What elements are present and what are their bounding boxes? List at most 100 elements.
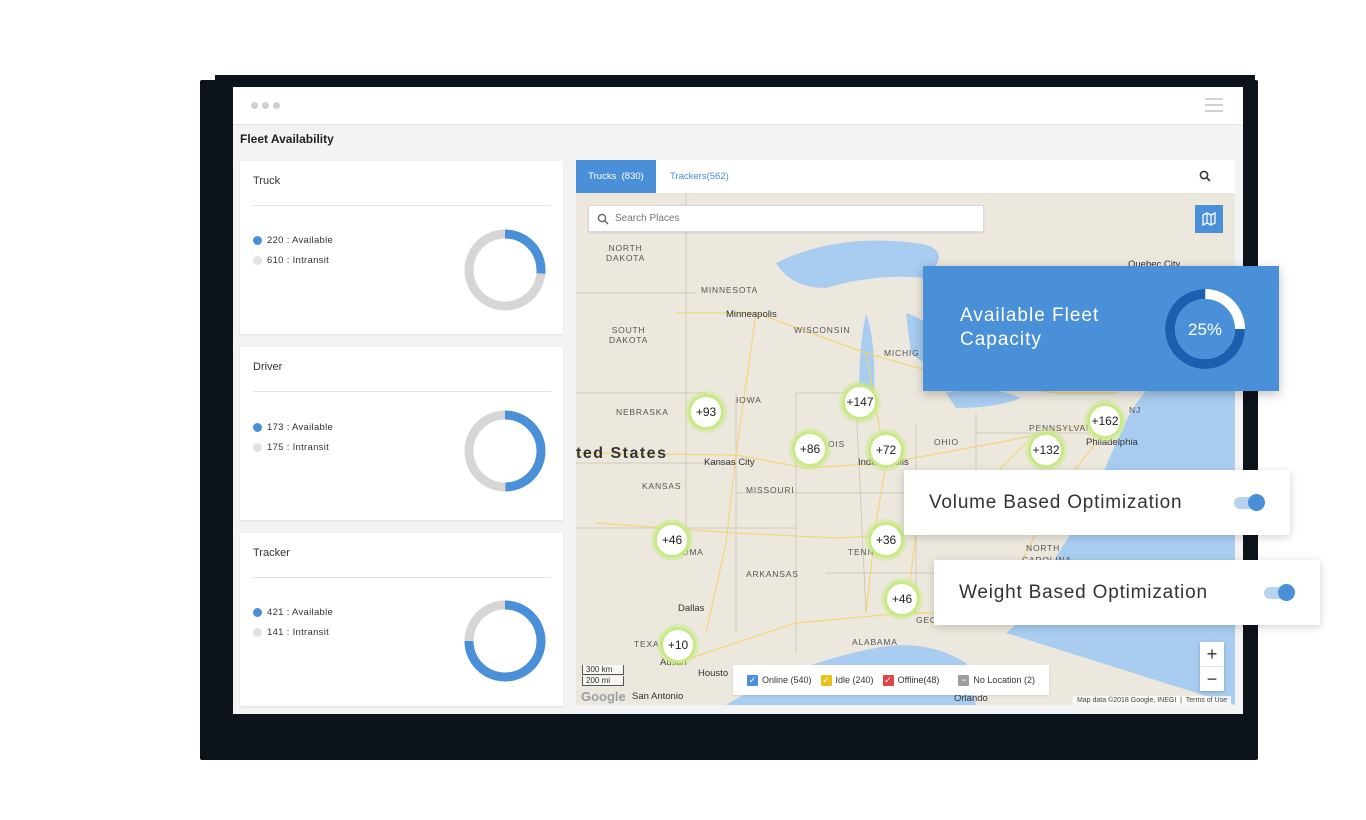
scale-km: 300 km [582, 665, 624, 675]
fleet-capacity-card: Available Fleet Capacity 25% [923, 266, 1279, 391]
legend-available: 220 : Available [253, 235, 333, 246]
filter-offline[interactable]: ✓ Offline(48) [882, 674, 939, 686]
volume-optimization-card: Volume Based Optimization [904, 470, 1290, 535]
map-cluster-marker[interactable]: +46 [654, 522, 690, 558]
map-cluster-marker[interactable]: +10 [660, 627, 696, 663]
search-places-input[interactable] [615, 213, 955, 224]
legend-available: 421 : Available [253, 607, 333, 618]
map-label-kansas-city: Kansas City [704, 457, 755, 468]
scale-mi: 200 mi [582, 676, 624, 686]
map-cluster-marker[interactable]: +86 [792, 431, 828, 467]
volume-optimization-toggle[interactable] [1234, 494, 1265, 511]
map-data-credit[interactable]: Map data ©2018 Google, INEGI [1077, 697, 1176, 704]
map-label-wisconsin: WISCONSIN [794, 325, 851, 335]
intransit-dot [253, 443, 262, 452]
map-scale: 300 km 200 mi [582, 665, 624, 687]
legend-intransit: 141 : Intransit [253, 627, 329, 638]
card-title: Truck [253, 175, 281, 187]
map-cluster-marker[interactable]: +147 [842, 384, 878, 420]
filter-label: Online (540) [762, 675, 812, 685]
intransit-label: 175 : Intransit [267, 442, 330, 453]
tab-trackers[interactable]: Trackers(562) [660, 160, 739, 193]
intransit-label: 610 : Intransit [267, 255, 330, 266]
checkbox-checked-icon: ✓ [747, 674, 758, 686]
map-cluster-marker[interactable]: +132 [1028, 432, 1064, 468]
available-label: 421 : Available [267, 607, 334, 618]
map-view-toggle[interactable] [1195, 205, 1223, 233]
available-label: 220 : Available [267, 235, 334, 246]
tab-trucks[interactable]: Trucks (830) [576, 160, 656, 193]
map-label-houston: Housto [698, 668, 729, 679]
available-dot [253, 423, 262, 432]
window-dot[interactable] [262, 102, 269, 109]
zoom-controls: + − [1200, 642, 1224, 691]
window-dot[interactable] [273, 102, 280, 109]
map-attribution: Map data ©2018 Google, INEGI | Terms of … [1072, 696, 1231, 705]
zoom-out-button[interactable]: − [1200, 667, 1224, 691]
map-label-michigan: MICHIG [884, 348, 920, 358]
filter-online[interactable]: ✓ Online (540) [747, 674, 812, 686]
tab-label: Trackers [670, 171, 707, 182]
divider [253, 391, 551, 392]
divider [253, 205, 551, 206]
map-cluster-marker[interactable]: +93 [688, 394, 724, 430]
divider [253, 577, 551, 578]
map-label-philadelphia: Philadelphia [1086, 437, 1138, 448]
intransit-label: 141 : Intransit [267, 627, 330, 638]
status-legend: ✓ Online (540) ✓ Idle (240) ✓ Offline(48) −… [733, 665, 1049, 695]
filter-label: No Location (2) [973, 675, 1035, 685]
map-cluster-marker[interactable]: +36 [868, 522, 904, 558]
tab-bar: Trucks (830) Trackers(562) [576, 160, 1235, 193]
decor-block [1336, 570, 1360, 662]
window-controls [251, 102, 280, 109]
legend-intransit: 175 : Intransit [253, 442, 329, 453]
decor-block [1312, 504, 1360, 544]
weight-optimization-toggle[interactable] [1264, 584, 1295, 601]
driver-donut-chart [464, 410, 546, 492]
filter-no-location[interactable]: − No Location (2) [958, 674, 1035, 686]
legend-intransit: 610 : Intransit [253, 255, 329, 266]
decor-block [1280, 265, 1360, 273]
map-label-texas: TEXA [634, 639, 660, 649]
available-dot [253, 608, 262, 617]
checkbox-checked-icon: ✓ [820, 674, 832, 686]
map-label-north: NORTH [1026, 543, 1061, 553]
capacity-title: Available Fleet Capacity [960, 305, 1100, 350]
hamburger-icon[interactable] [1205, 98, 1223, 112]
map-label-iowa: IOWA [736, 395, 762, 405]
search-places-box[interactable] [588, 205, 984, 232]
map-cluster-marker[interactable]: +162 [1087, 403, 1123, 439]
map-label-ohio: OHIO [934, 437, 959, 447]
volume-optimization-label: Volume Based Optimization [929, 491, 1183, 513]
tab-label: Trucks [588, 171, 617, 182]
stage: Fleet Availability Truck 220 : Available… [0, 0, 1366, 820]
map-cluster-marker[interactable]: +72 [868, 432, 904, 468]
checkbox-partial-icon: − [958, 674, 970, 686]
truck-donut-chart [464, 229, 546, 311]
available-dot [253, 236, 262, 245]
intransit-dot [253, 628, 262, 637]
map-icon [1202, 212, 1216, 226]
card-title: Driver [253, 361, 283, 373]
search-icon[interactable] [1199, 170, 1211, 182]
tab-count: (830) [621, 171, 644, 182]
legend-available: 173 : Available [253, 422, 333, 433]
card-title: Tracker [253, 547, 290, 559]
map-label-united-states: ted States [576, 445, 668, 462]
map-label-north-dakota: NORTH DAKOTA [606, 243, 646, 263]
search-icon [597, 213, 609, 225]
map-label-alabama: ALABAMA [852, 637, 898, 647]
filter-idle[interactable]: ✓ Idle (240) [820, 674, 874, 686]
terms-link[interactable]: Terms of Use [1186, 697, 1227, 704]
map-label-south-dakota: SOUTH DAKOTA [609, 325, 649, 345]
google-logo: Google [581, 689, 626, 704]
zoom-in-button[interactable]: + [1200, 642, 1224, 666]
capacity-percent: 25% [1188, 320, 1222, 339]
map-label-missouri: MISSOURI [746, 485, 795, 495]
window-dot[interactable] [251, 102, 258, 109]
map-label-arkansas: ARKANSAS [746, 569, 799, 579]
map-label-minnesota: MINNESOTA [701, 285, 759, 295]
map-cluster-marker[interactable]: +46 [884, 581, 920, 617]
map-label-dallas: Dallas [678, 603, 705, 614]
map-label-illinois: OIS [828, 439, 846, 449]
